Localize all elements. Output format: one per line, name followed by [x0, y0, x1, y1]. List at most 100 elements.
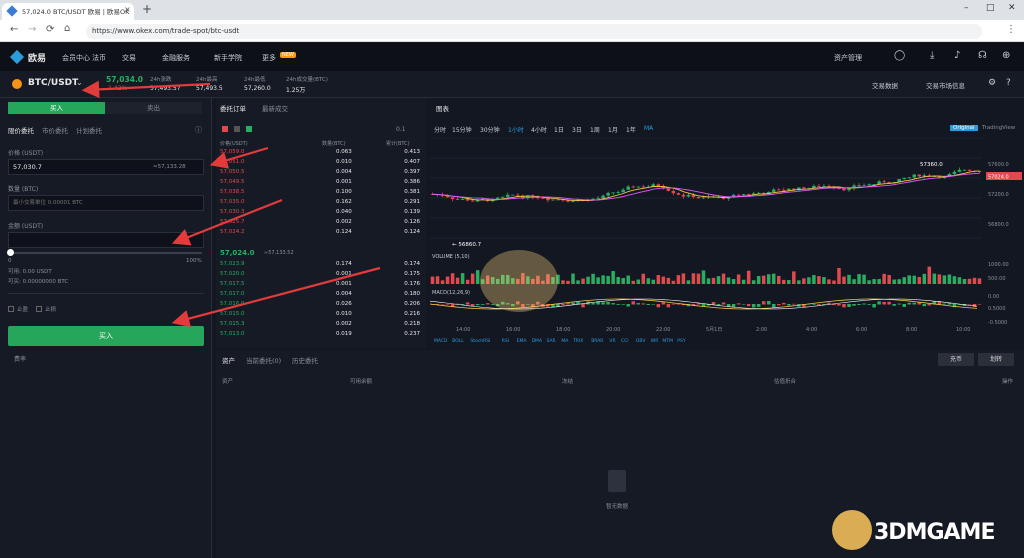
nav-item-4[interactable]: 新手学院 — [214, 53, 242, 63]
macd-bar — [621, 304, 625, 305]
interval-9[interactable]: 1年 — [626, 125, 636, 134]
deposit-button[interactable]: 充币 — [938, 353, 974, 366]
macd-bar — [636, 303, 641, 305]
settings-icon[interactable]: ⚙ — [988, 78, 996, 88]
info-icon[interactable]: ⓘ — [195, 125, 202, 135]
book-view-icon-c[interactable] — [246, 126, 252, 132]
checkbox-b[interactable] — [36, 306, 42, 312]
trade-data-link[interactable]: 交易数据 — [872, 80, 898, 90]
bid-row[interactable]: 57,016.0 0.026 0.206 — [216, 300, 426, 310]
ask-row[interactable]: 57,030.3 0.040 0.139 — [216, 208, 426, 218]
reload-icon[interactable]: ⟳ — [46, 24, 54, 35]
slider-handle[interactable] — [7, 249, 14, 256]
order-type-market[interactable]: 市价委托 — [42, 125, 68, 135]
nav-item-1[interactable]: 法币 — [92, 53, 106, 63]
candlestick-chart[interactable]: 57360.0 ← 56860.7 VOLUME (5,10) MACD(12,26,… — [430, 138, 1024, 346]
menu-icon[interactable]: ⋮ — [1006, 24, 1016, 35]
bid-row[interactable]: 57,020.0 0.001 0.175 — [216, 270, 426, 280]
maximize-icon[interactable]: □ — [986, 3, 995, 13]
volume-bar — [877, 279, 881, 284]
help-icon[interactable]: ? — [1006, 78, 1011, 88]
sell-tab[interactable]: 卖出 — [105, 102, 202, 114]
mode-tradingview[interactable]: TradingView — [982, 125, 1015, 131]
book-tab-trades[interactable]: 最新成交 — [262, 103, 288, 113]
buy-tab[interactable]: 买入 — [8, 102, 105, 114]
transfer-button[interactable]: 划转 — [978, 353, 1014, 366]
depth-select[interactable]: 0.1 — [396, 126, 406, 133]
percent-slider[interactable] — [7, 249, 202, 256]
interval-4[interactable]: 4小时 — [531, 125, 547, 134]
user-icon[interactable]: ◯ — [894, 50, 905, 61]
interval-7[interactable]: 1周 — [590, 125, 600, 134]
bid-row[interactable]: 57,015.0 0.010 0.216 — [216, 310, 426, 320]
volume-bar — [641, 273, 646, 284]
top-nav: 欧易 会员中心 法币 交易 金融服务 新手学院 更多 NEW 资产管理 ◯ ⤓ … — [0, 43, 1024, 71]
ask-row[interactable]: 57,024.2 0.124 0.124 — [216, 228, 426, 238]
assets-tab-0[interactable]: 资产 — [222, 355, 235, 365]
globe-icon[interactable]: ⊕ — [1002, 50, 1010, 61]
buy-submit-button[interactable]: 买入 — [8, 326, 204, 346]
browser-tab[interactable]: 57,024.0 BTC/USDT 欧易 | 欧易OK × — [2, 3, 134, 20]
interval-8[interactable]: 1月 — [608, 125, 618, 134]
close-window-icon[interactable]: ✕ — [1008, 3, 1016, 13]
volume-bar — [882, 273, 886, 284]
mode-original[interactable]: Original — [950, 125, 978, 131]
stat-label-1: 24h最高 — [196, 77, 218, 83]
divider — [8, 293, 204, 294]
interval-6[interactable]: 3日 — [572, 125, 582, 134]
bell-icon[interactable]: ♪ — [954, 50, 960, 61]
macd-bar — [641, 303, 646, 305]
nav-item-2[interactable]: 交易 — [122, 53, 136, 63]
book-view-icon-a[interactable] — [222, 126, 228, 132]
ask-row[interactable]: 57,035.0 0.162 0.291 — [216, 198, 426, 208]
minimize-icon[interactable]: – — [964, 3, 969, 13]
order-type-limit[interactable]: 限价委托 — [8, 125, 34, 135]
interval-0[interactable]: 分时 — [434, 125, 446, 134]
amount-input[interactable] — [8, 195, 204, 211]
nav-item-3[interactable]: 金融服务 — [162, 53, 190, 63]
account-menu[interactable]: 资产管理 — [834, 53, 862, 63]
interval-bar: 分时 15分钟 30分钟 1小时 4小时 1日 3日 1周 1月 1年 — [434, 125, 664, 135]
fee-link[interactable]: 费率 — [14, 354, 26, 363]
bid-row[interactable]: 57,017.5 0.001 0.176 — [216, 280, 426, 290]
assets-tab-2[interactable]: 历史委托 — [292, 355, 318, 365]
interval-2[interactable]: 30分钟 — [480, 125, 500, 134]
book-view-icon-b[interactable] — [234, 126, 240, 132]
chevron-down-icon[interactable]: ⌄ — [76, 78, 83, 87]
price-input[interactable]: 57,030.7 ≈57,133.28 — [8, 159, 204, 175]
bid-row[interactable]: 57,013.0 0.019 0.237 — [216, 330, 426, 338]
market-info-link[interactable]: 交易市场信息 — [926, 80, 965, 90]
bid-row[interactable]: 57,015.3 0.002 0.218 — [216, 320, 426, 330]
interval-1[interactable]: 15分钟 — [452, 125, 472, 134]
assets-tab-1[interactable]: 当前委托(0) — [246, 355, 281, 365]
ask-row[interactable]: 57,049.5 0.001 0.386 — [216, 178, 426, 188]
nav-item-0[interactable]: 会员中心 — [62, 53, 90, 63]
ask-row[interactable]: 57,050.5 0.004 0.397 — [216, 168, 426, 178]
bid-row[interactable]: 57,017.0 0.004 0.180 — [216, 290, 426, 300]
assets-header-0: 资产 — [222, 379, 234, 385]
ask-row[interactable]: 57,059.0 0.063 0.413 — [216, 148, 426, 158]
volume-label: VOLUME (5,10) — [432, 254, 470, 260]
headset-icon[interactable]: ☊ — [978, 50, 987, 61]
download-icon[interactable]: ⤓ — [930, 50, 934, 61]
new-tab-button[interactable]: + — [142, 2, 152, 16]
close-icon[interactable]: × — [124, 5, 131, 14]
candle-body — [736, 194, 741, 196]
ask-row[interactable]: 57,025.7 0.002 0.126 — [216, 218, 426, 228]
forward-icon[interactable]: → — [28, 24, 36, 35]
ask-row[interactable]: 57,051.0 0.010 0.407 — [216, 158, 426, 168]
pair-selector[interactable]: BTC/USDT — [28, 78, 78, 88]
bid-row[interactable]: 57,023.9 0.174 0.174 — [216, 260, 426, 270]
back-icon[interactable]: ← — [10, 24, 18, 35]
ma-select[interactable]: MA — [644, 125, 653, 132]
url-field[interactable]: https://www.okex.com/trade-spot/btc-usdt — [86, 24, 982, 39]
interval-5[interactable]: 1日 — [554, 125, 564, 134]
interval-3[interactable]: 1小时 — [508, 125, 524, 134]
book-tab-orders[interactable]: 委托订单 — [220, 103, 246, 113]
nav-more[interactable]: 更多 — [262, 53, 276, 63]
checkbox-a[interactable] — [8, 306, 14, 312]
ask-row[interactable]: 57,038.5 0.100 0.381 — [216, 188, 426, 198]
total-input[interactable] — [8, 232, 204, 248]
order-type-plan[interactable]: 计划委托 — [76, 125, 102, 135]
home-icon[interactable]: ⌂ — [64, 23, 70, 34]
